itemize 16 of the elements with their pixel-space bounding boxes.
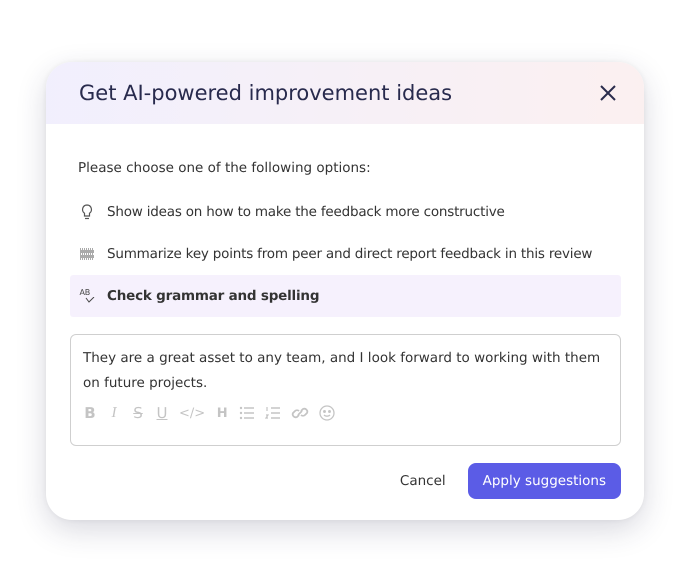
text-editor[interactable]: They are a great asset to any team, and I look forward to working with them on future projects. B I S U </> H [70, 334, 621, 446]
barcode-lines-icon [79, 248, 95, 260]
bulleted-list-icon[interactable] [239, 406, 256, 420]
prompt-text: Please choose one of the following options: [78, 160, 372, 178]
dialog-title: Get AI-powered improvement ideas [79, 81, 452, 105]
smiley-icon[interactable] [319, 405, 336, 421]
option-item[interactable]: Show ideas on how to make the feedback more constructive [70, 191, 621, 233]
lightbulb-icon [81, 204, 93, 220]
option-item[interactable]: AB Check grammar and spelling [70, 275, 621, 317]
link-icon[interactable] [291, 406, 310, 420]
apply-button[interactable]: Apply suggestions [468, 463, 621, 499]
numbered-list-icon[interactable] [265, 406, 282, 420]
option-item[interactable]: Summarize key points from peer and direct report feedback in this review [70, 233, 621, 275]
cancel-button[interactable]: Cancel [400, 464, 446, 498]
close-icon[interactable] [598, 83, 618, 103]
editor-text: They are a great asset to any team, and I look forward to working with them on future projects. [83, 349, 602, 393]
